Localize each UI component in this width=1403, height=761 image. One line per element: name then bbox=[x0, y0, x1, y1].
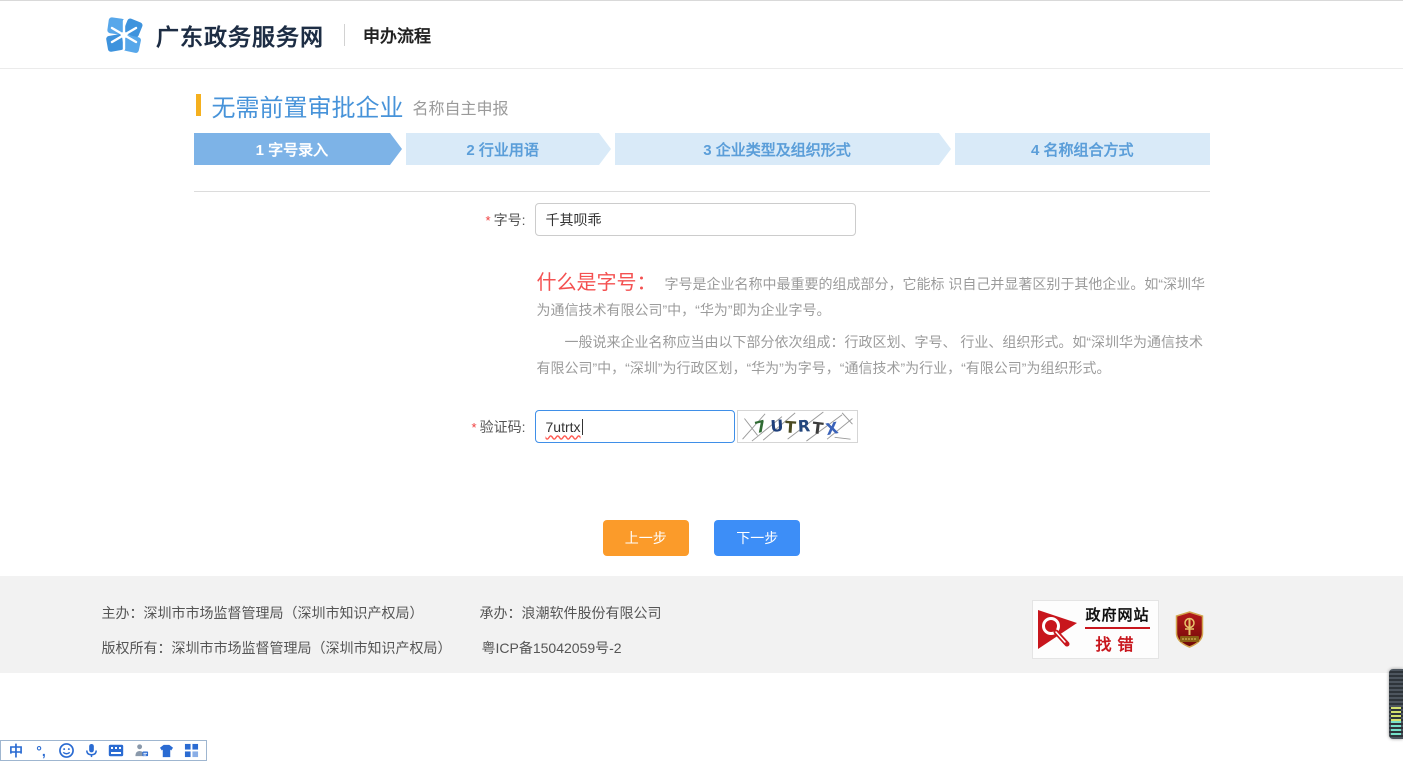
captcha-image[interactable]: 7 U T R T X bbox=[737, 410, 858, 443]
svg-text:T: T bbox=[784, 417, 796, 437]
browser-extension-indicator[interactable] bbox=[1389, 669, 1403, 739]
svg-text:U: U bbox=[769, 416, 783, 436]
credit-shield-badge[interactable] bbox=[1175, 611, 1204, 648]
indicator-stripes-yellow bbox=[1391, 707, 1401, 721]
name-field-row: *字号: bbox=[194, 203, 1210, 236]
host-label: 主办： bbox=[102, 605, 144, 621]
copyright-label: 版权所有： bbox=[102, 640, 172, 656]
required-asterisk: * bbox=[472, 420, 477, 435]
gov-site-find-error-badge[interactable]: 政府网站 找错 bbox=[1032, 600, 1158, 659]
ime-punctuation-icon[interactable]: °, bbox=[33, 743, 49, 759]
undertaker-name: 浪潮软件股份有限公司 bbox=[522, 605, 662, 621]
title-accent-bar bbox=[196, 94, 201, 116]
name-field-label: *字号: bbox=[194, 210, 535, 230]
ime-skin-icon[interactable] bbox=[158, 743, 174, 759]
undertaker-label: 承办： bbox=[480, 605, 522, 621]
ime-soft-keyboard-icon[interactable] bbox=[108, 743, 124, 759]
main-content: 无需前置审批企业 名称自主申报 1 字号录入 2 行业用语 3 企业类型及组织形… bbox=[0, 69, 1403, 576]
text-caret bbox=[582, 419, 583, 435]
next-step-button[interactable]: 下一步 bbox=[714, 520, 800, 556]
step-bar: 1 字号录入 2 行业用语 3 企业类型及组织形式 4 名称组合方式 bbox=[194, 133, 1210, 165]
icp-license[interactable]: 粤ICP备15042059号-2 bbox=[482, 640, 622, 656]
page-title: 无需前置审批企业 bbox=[212, 88, 404, 123]
copyright-name: 深圳市市场监督管理局（深圳市知识产权局） bbox=[172, 640, 452, 656]
footer-badges: 政府网站 找错 bbox=[1032, 600, 1203, 659]
site-title: 广东政务服务网 bbox=[156, 18, 324, 52]
ime-voice-icon[interactable] bbox=[83, 743, 99, 759]
find-error-badge-line2: 找错 bbox=[1085, 631, 1149, 655]
step-tab-2-industry[interactable]: 2 行业用语 bbox=[406, 133, 599, 165]
required-asterisk: * bbox=[486, 213, 491, 228]
site-header: 广东政务服务网 申办流程 bbox=[0, 1, 1403, 69]
gdzwfw-logo-icon bbox=[104, 15, 144, 55]
nav-apply-flow[interactable]: 申办流程 bbox=[363, 22, 431, 47]
step-tab-4-combination[interactable]: 4 名称组合方式 bbox=[955, 133, 1210, 165]
captcha-field-row: *验证码: 7utrtx 7 U T R T X bbox=[194, 410, 1210, 443]
captcha-input[interactable]: 7utrtx bbox=[535, 410, 735, 443]
svg-text:R: R bbox=[797, 416, 810, 436]
ime-toolbar[interactable]: 中 °, bbox=[0, 740, 207, 761]
header-divider bbox=[344, 24, 345, 46]
page-footer: 主办：深圳市市场监督管理局（深圳市知识产权局）承办：浪潮软件股份有限公司 版权所… bbox=[0, 576, 1403, 673]
name-input[interactable] bbox=[535, 203, 856, 236]
host-name: 深圳市市场监督管理局（深圳市知识产权局） bbox=[144, 605, 424, 621]
page-subtitle: 名称自主申报 bbox=[413, 91, 509, 119]
previous-step-button[interactable]: 上一步 bbox=[603, 520, 689, 556]
section-divider bbox=[194, 191, 1210, 192]
ime-emoji-icon[interactable] bbox=[58, 743, 74, 759]
ime-handwriting-icon[interactable] bbox=[133, 743, 149, 759]
step-tab-1-zihao[interactable]: 1 字号录入 bbox=[194, 133, 391, 165]
ime-language-mode-icon[interactable]: 中 bbox=[8, 743, 24, 759]
explanation-block: 什么是字号：字号是企业名称中最重要的组成部分，它能标 识自己并显著区别于其他企业… bbox=[537, 270, 1211, 381]
explanation-paragraph-1: 什么是字号：字号是企业名称中最重要的组成部分，它能标 识自己并显著区别于其他企业… bbox=[537, 270, 1211, 323]
wizard-buttons: 上一步 下一步 bbox=[194, 520, 1210, 576]
indicator-stripes-teal bbox=[1391, 721, 1401, 735]
captcha-field-label: *验证码: bbox=[194, 417, 535, 437]
step-tab-3-type[interactable]: 3 企业类型及组织形式 bbox=[615, 133, 939, 165]
find-error-magnifier-icon bbox=[1037, 610, 1079, 650]
find-error-badge-line1: 政府网站 bbox=[1085, 604, 1149, 629]
explanation-paragraph-2: 一般说来企业名称应当由以下部分依次组成：行政区划、字号、 行业、组织形式。如“深… bbox=[537, 329, 1211, 381]
ime-toolbox-icon[interactable] bbox=[183, 743, 199, 759]
explanation-heading: 什么是字号： bbox=[537, 272, 657, 294]
